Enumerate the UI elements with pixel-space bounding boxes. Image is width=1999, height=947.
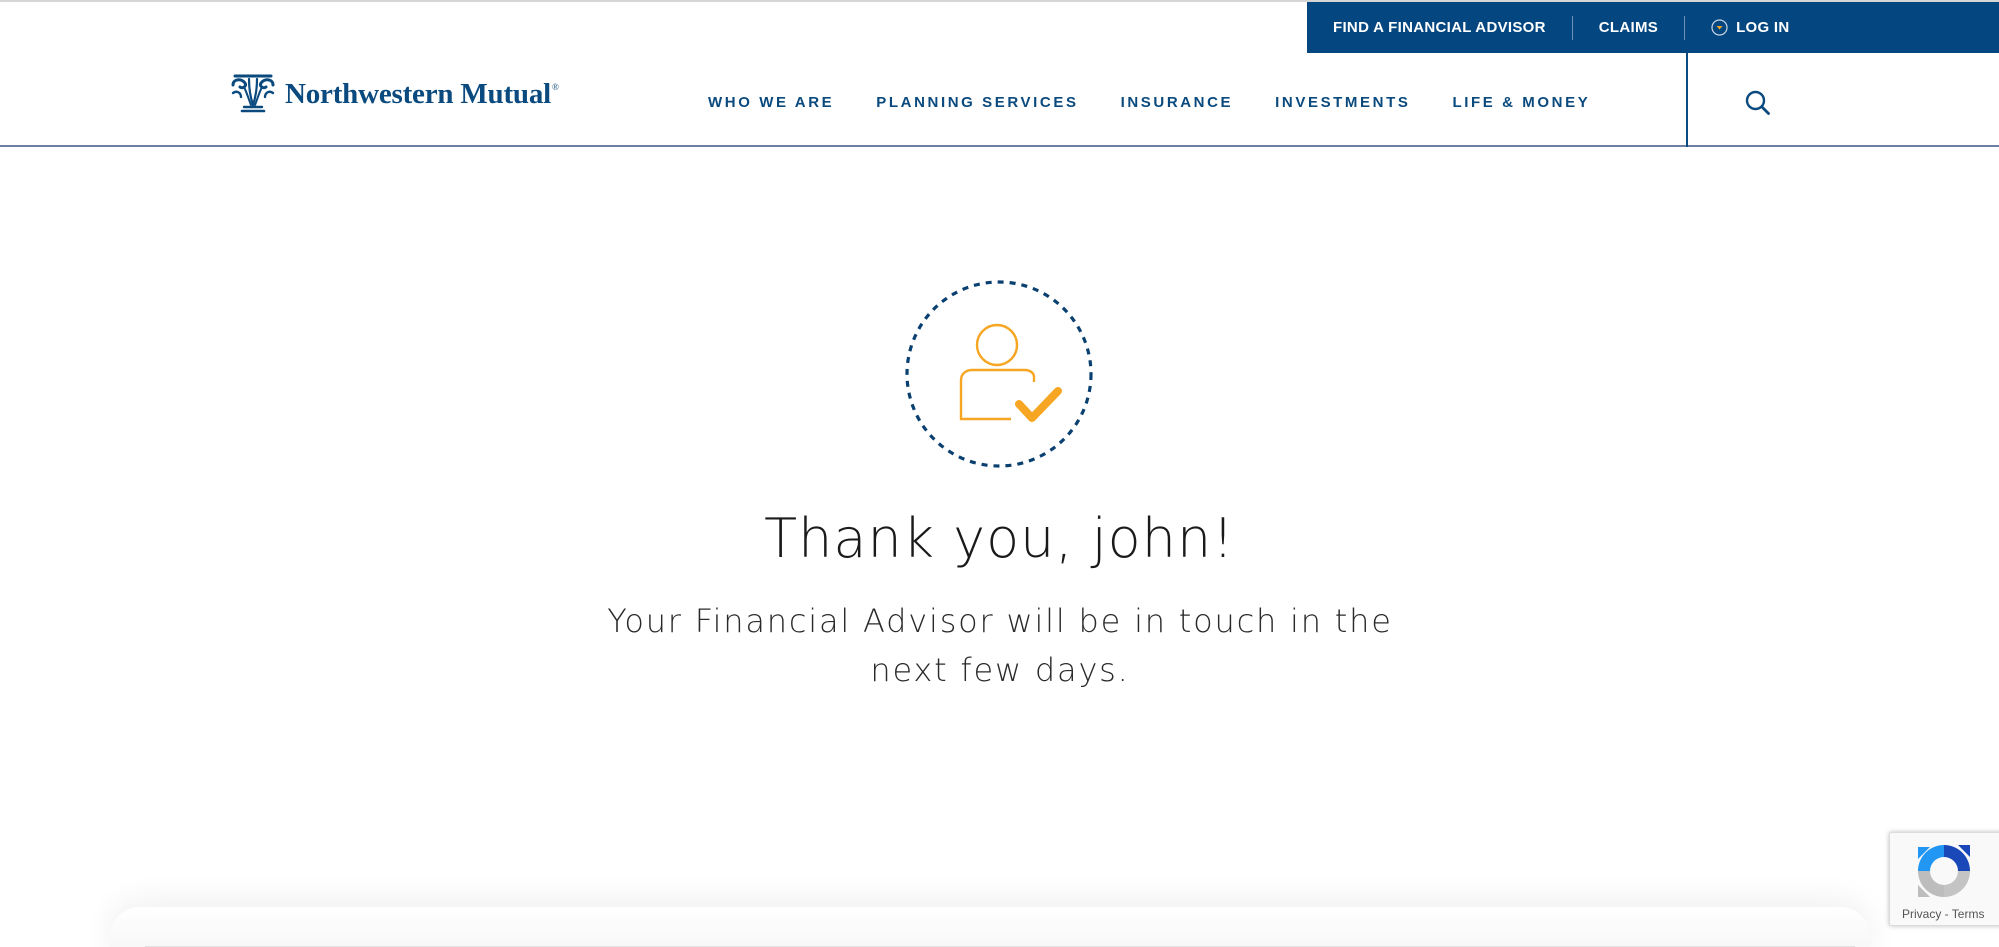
utility-bar: FIND A FINANCIAL ADVISOR CLAIMS LOG IN: [1307, 2, 1999, 53]
nav-insurance[interactable]: INSURANCE: [1121, 94, 1234, 111]
nav-planning-services[interactable]: PLANNING SERVICES: [876, 94, 1078, 111]
login-label: LOG IN: [1736, 19, 1790, 36]
logo-wordmark: Northwestern Mutual®: [285, 78, 559, 111]
login-link[interactable]: LOG IN: [1711, 19, 1789, 36]
footer-panel-edge: [110, 907, 1870, 947]
recaptcha-links: Privacy - Terms: [1902, 907, 1984, 921]
login-dropdown-icon: [1711, 19, 1728, 36]
utility-divider: [1684, 15, 1686, 40]
confirmation-message: Your Financial Advisor will be in touch …: [607, 602, 1393, 689]
find-financial-advisor-link[interactable]: FIND A FINANCIAL ADVISOR: [1333, 19, 1546, 36]
recaptcha-logo-icon: [1918, 845, 1970, 897]
recaptcha-badge[interactable]: Privacy - Terms: [1889, 832, 1999, 926]
search-button[interactable]: [1744, 89, 1772, 117]
nav-divider: [1686, 53, 1688, 147]
logo-text: Northwestern Mutual: [285, 77, 552, 110]
column-capital-logo-icon: [231, 74, 275, 113]
search-icon: [1745, 90, 1770, 115]
claims-link[interactable]: CLAIMS: [1599, 19, 1658, 36]
recaptcha-separator: -: [1941, 907, 1952, 921]
nav-life-and-money[interactable]: LIFE & MONEY: [1452, 94, 1590, 111]
registered-mark: ®: [552, 81, 559, 92]
nav-investments[interactable]: INVESTMENTS: [1275, 94, 1410, 111]
recaptcha-terms-link[interactable]: Terms: [1952, 907, 1985, 921]
thank-you-heading: Thank you, john!: [764, 507, 1235, 570]
main-nav: WHO WE ARE PLANNING SERVICES INSURANCE I…: [708, 94, 1590, 111]
person-check-icon: [905, 280, 1093, 468]
recaptcha-privacy-link[interactable]: Privacy: [1902, 907, 1941, 921]
nav-who-we-are[interactable]: WHO WE ARE: [708, 94, 834, 111]
utility-divider: [1571, 15, 1573, 40]
logo[interactable]: Northwestern Mutual®: [229, 73, 559, 115]
site-header: Northwestern Mutual® WHO WE ARE PLANNING…: [0, 53, 1999, 147]
